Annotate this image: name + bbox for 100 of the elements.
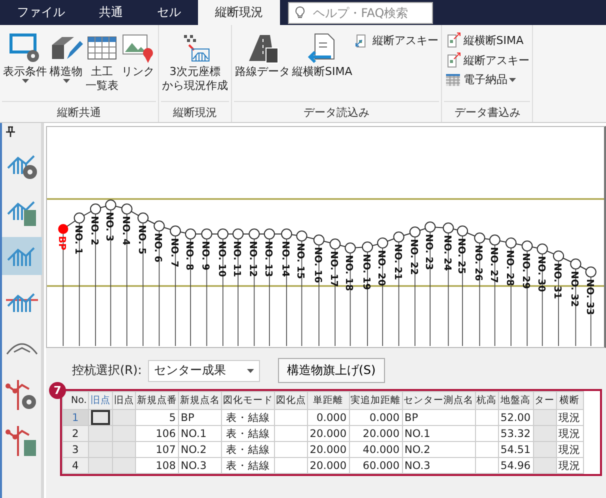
ribbon-button[interactable]: 縦横断SIMA xyxy=(291,29,354,101)
table-cell: 20.000 xyxy=(307,458,350,474)
grid-document-icon xyxy=(445,72,462,86)
station-label: NO. 21 xyxy=(392,244,403,280)
table-cell: 108 xyxy=(135,458,178,474)
table-cell xyxy=(533,426,556,442)
group-title: データ読込み xyxy=(234,101,440,122)
ribbon-tab[interactable]: セル xyxy=(140,0,198,25)
station-label: BP xyxy=(56,236,68,250)
ribbon-button[interactable]: 土工 一覧表 xyxy=(84,29,120,101)
station-marker xyxy=(489,234,500,246)
table-cell: 53.32 xyxy=(498,426,534,442)
column-header[interactable]: 新規点名 xyxy=(178,392,222,410)
table-cell: 52.00 xyxy=(498,410,534,426)
ribbon-button[interactable]: 電子納品 xyxy=(444,71,530,88)
table-cell xyxy=(475,410,498,426)
row-number[interactable]: 2 xyxy=(62,426,88,442)
column-header[interactable]: ター xyxy=(533,392,556,410)
search-field[interactable]: ヘルプ・FAQ検索 xyxy=(288,2,433,24)
column-header[interactable]: 新規点番 xyxy=(135,392,178,410)
column-header[interactable]: 図化点 xyxy=(274,392,308,410)
group-title: データ書込み xyxy=(444,101,530,122)
station-label: NO. 23 xyxy=(423,234,434,270)
table-cell xyxy=(274,426,308,442)
group-title: 縦断現況 xyxy=(161,101,229,122)
row-number[interactable]: 3 xyxy=(62,442,88,458)
station-marker xyxy=(248,228,260,240)
row-number[interactable]: 1 xyxy=(62,410,88,426)
station-marker xyxy=(344,242,356,254)
station-marker xyxy=(201,228,212,240)
station-marker xyxy=(121,204,132,214)
station-marker xyxy=(184,228,196,240)
ribbon-button[interactable]: 縦断アスキー xyxy=(444,51,530,69)
station-label: NO. 15 xyxy=(294,243,306,279)
station-marker xyxy=(456,226,468,236)
station-marker xyxy=(424,222,436,232)
station-label: NO. 26 xyxy=(472,245,484,281)
table-cell xyxy=(475,458,498,474)
table-cell: NO.1 xyxy=(402,426,476,442)
column-header[interactable]: No. xyxy=(62,392,88,410)
column-header[interactable]: 図化モード xyxy=(221,392,274,410)
column-header[interactable]: 旧点 xyxy=(88,392,112,410)
table-cell xyxy=(533,458,556,474)
ribbon-button[interactable]: リンク xyxy=(120,29,156,101)
station-label: NO. 30 xyxy=(535,256,546,292)
ribbon-button[interactable]: 路線データ xyxy=(234,29,291,101)
flag-button[interactable]: 構造物旗上げ(S) xyxy=(278,358,385,383)
table-cell: 107 xyxy=(135,442,178,458)
caret-icon xyxy=(246,368,254,372)
ribbon-button[interactable]: 縦横断SIMA xyxy=(444,31,530,49)
column-header[interactable]: 旧点 xyxy=(112,392,136,410)
table-cell: 40.000 xyxy=(349,442,402,458)
ribbon-button[interactable]: 縦断アスキー xyxy=(353,31,440,49)
tool-button[interactable] xyxy=(2,237,42,275)
ribbon-button[interactable]: 3次元座標 から現況作成 xyxy=(161,29,229,101)
column-header[interactable]: 実追加距離 xyxy=(349,392,402,410)
station-marker xyxy=(377,238,388,248)
station-label: NO. 25 xyxy=(455,238,466,274)
ribbon-button[interactable]: 表示条件 xyxy=(2,29,48,101)
station-label: NO. 28 xyxy=(504,250,515,286)
table-cell xyxy=(533,410,556,426)
station-marker xyxy=(585,266,596,278)
table-cell: 表・結線 xyxy=(221,426,274,442)
station-label: NO. 29 xyxy=(520,253,532,289)
pin-icon xyxy=(6,126,15,137)
ribbon-tab[interactable]: 共通 xyxy=(82,0,140,25)
station-label: NO. 13 xyxy=(262,241,274,277)
display-settings-icon xyxy=(8,31,42,65)
column-header[interactable]: 杭高 xyxy=(475,392,498,410)
table-cell: 106 xyxy=(135,426,178,442)
table-cell: 20.000 xyxy=(307,426,350,442)
table-cell: 20.000 xyxy=(349,426,402,442)
table-cell xyxy=(533,442,556,458)
ribbon-tab[interactable]: 縦断現況 xyxy=(198,0,280,25)
station-marker xyxy=(536,244,548,254)
station-marker xyxy=(232,228,244,240)
table-cell xyxy=(274,458,308,474)
column-header[interactable]: 単距離 xyxy=(307,392,350,410)
caret-icon xyxy=(22,78,28,83)
select-label: 控杭選択(R): xyxy=(72,362,142,379)
ribbon-tab[interactable]: ファイル xyxy=(0,0,82,25)
station-label: NO. 32 xyxy=(568,271,580,307)
table-cell: 54.96 xyxy=(498,458,534,474)
dropdown-field[interactable]: センター成果 xyxy=(148,360,260,382)
column-header[interactable]: 地盤高 xyxy=(498,392,534,410)
column-header[interactable]: 横断 xyxy=(556,392,584,410)
table-cell: 60.000 xyxy=(349,458,402,474)
ribbon-button[interactable]: 構造物 xyxy=(48,29,84,101)
table-cell: NO.1 xyxy=(178,426,222,442)
column-header[interactable]: センター測点名 xyxy=(402,392,476,410)
station-marker xyxy=(154,220,165,232)
station-label: NO. 5 xyxy=(136,225,148,254)
table-cell xyxy=(112,458,136,474)
station-label: NO. 27 xyxy=(488,247,499,283)
table-cell: 現況 xyxy=(556,442,584,458)
station-label: NO. 4 xyxy=(120,216,131,246)
row-number[interactable]: 4 xyxy=(62,458,88,474)
table-cell xyxy=(475,442,498,458)
table-cell: NO.2 xyxy=(178,442,222,458)
station-marker xyxy=(281,228,292,240)
